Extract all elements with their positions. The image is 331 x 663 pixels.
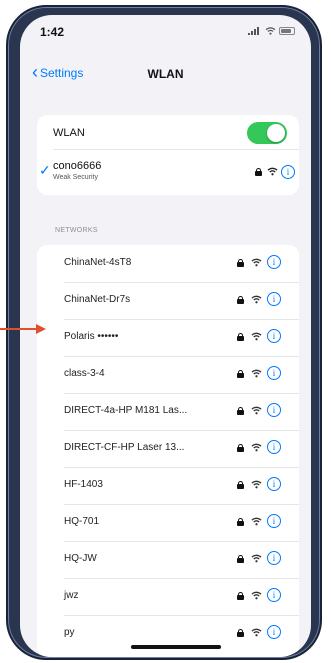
network-row[interactable]: HQ-JW i — [37, 541, 299, 576]
home-indicator — [131, 645, 221, 649]
lock-icon — [237, 370, 244, 378]
info-icon[interactable]: i — [267, 292, 281, 306]
navigation-bar: ‹ Settings WLAN — [20, 63, 311, 89]
wifi-icon — [251, 258, 262, 267]
wifi-icon — [251, 628, 262, 637]
lock-icon — [237, 518, 244, 526]
info-icon[interactable]: i — [267, 551, 281, 565]
wlan-card: WLAN ✓ cono6666 Weak Security i — [37, 115, 299, 195]
connected-network-subtitle: Weak Security — [53, 174, 98, 181]
network-name: py — [64, 627, 75, 638]
network-row[interactable]: jwz i — [37, 578, 299, 613]
network-row[interactable]: ChinaNet-4sT8 i — [37, 245, 299, 280]
info-icon[interactable]: i — [267, 625, 281, 639]
network-row[interactable]: HF-1403 i — [37, 467, 299, 502]
network-row[interactable]: HQ-701 i — [37, 504, 299, 539]
lock-icon — [237, 629, 244, 637]
networks-section-header: NETWORKS — [55, 227, 98, 234]
network-row[interactable]: ChinaNet-Dr7s i — [37, 282, 299, 317]
lock-icon — [237, 592, 244, 600]
wifi-icon — [251, 480, 262, 489]
network-name: class-3-4 — [64, 368, 105, 379]
network-row[interactable]: class-3-4 i — [37, 356, 299, 391]
network-name: Polaris •••••• — [64, 331, 119, 342]
wifi-icon — [251, 369, 262, 378]
cellular-signal-icon — [248, 27, 259, 35]
battery-icon — [279, 27, 295, 35]
connected-network-row[interactable]: ✓ cono6666 Weak Security i — [37, 149, 299, 195]
lock-icon — [237, 555, 244, 563]
network-name: ChinaNet-Dr7s — [64, 294, 131, 305]
network-name: HF-1403 — [64, 479, 103, 490]
wifi-icon — [251, 554, 262, 563]
wlan-toggle[interactable] — [247, 122, 287, 144]
network-name: HQ-JW — [64, 553, 97, 564]
network-row[interactable]: Polaris •••••• i — [37, 319, 299, 354]
wifi-icon — [267, 167, 278, 176]
status-icons — [248, 27, 295, 35]
lock-icon — [237, 481, 244, 489]
lock-icon — [237, 333, 244, 341]
wifi-icon — [251, 517, 262, 526]
wifi-icon — [251, 406, 262, 415]
info-icon[interactable]: i — [281, 165, 295, 179]
wifi-status-icon — [265, 27, 276, 35]
toggle-knob — [267, 124, 285, 142]
wifi-icon — [251, 443, 262, 452]
network-name: HQ-701 — [64, 516, 100, 527]
wifi-icon — [251, 295, 262, 304]
info-icon[interactable]: i — [267, 514, 281, 528]
wlan-label: WLAN — [53, 127, 85, 139]
wlan-toggle-row: WLAN — [37, 115, 299, 149]
info-icon[interactable]: i — [267, 477, 281, 491]
network-name: DIRECT-CF-HP Laser 13... — [64, 442, 185, 453]
connected-network-name: cono6666 — [53, 160, 102, 172]
canvas: 1:42 ‹ Settings WLAN WLAN ✓ cono6666 Wea… — [0, 0, 331, 663]
network-name: jwz — [64, 590, 79, 601]
lock-icon — [237, 259, 244, 267]
wifi-icon — [251, 332, 262, 341]
status-bar: 1:42 — [20, 15, 311, 45]
network-row[interactable]: DIRECT-4a-HP M181 Las... i — [37, 393, 299, 428]
networks-list: ChinaNet-4sT8 i ChinaNet-Dr7s i Polaris ••••… — [37, 245, 299, 657]
page-title: WLAN — [147, 67, 184, 81]
info-icon[interactable]: i — [267, 588, 281, 602]
info-icon[interactable]: i — [267, 366, 281, 380]
network-name: ChinaNet-4sT8 — [64, 257, 132, 268]
pointer-arrow-icon — [0, 324, 46, 334]
info-icon[interactable]: i — [267, 329, 281, 343]
network-name: DIRECT-4a-HP M181 Las... — [64, 405, 188, 416]
wifi-icon — [251, 591, 262, 600]
lock-icon — [237, 296, 244, 304]
network-row[interactable]: DIRECT-CF-HP Laser 13... i — [37, 430, 299, 465]
phone-screen: 1:42 ‹ Settings WLAN WLAN ✓ cono6666 Wea… — [20, 15, 311, 657]
info-icon[interactable]: i — [267, 440, 281, 454]
info-icon[interactable]: i — [267, 403, 281, 417]
lock-icon — [255, 168, 262, 176]
checkmark-icon: ✓ — [39, 162, 51, 178]
lock-icon — [237, 444, 244, 452]
status-time: 1:42 — [40, 25, 65, 39]
lock-icon — [237, 407, 244, 415]
info-icon[interactable]: i — [267, 255, 281, 269]
